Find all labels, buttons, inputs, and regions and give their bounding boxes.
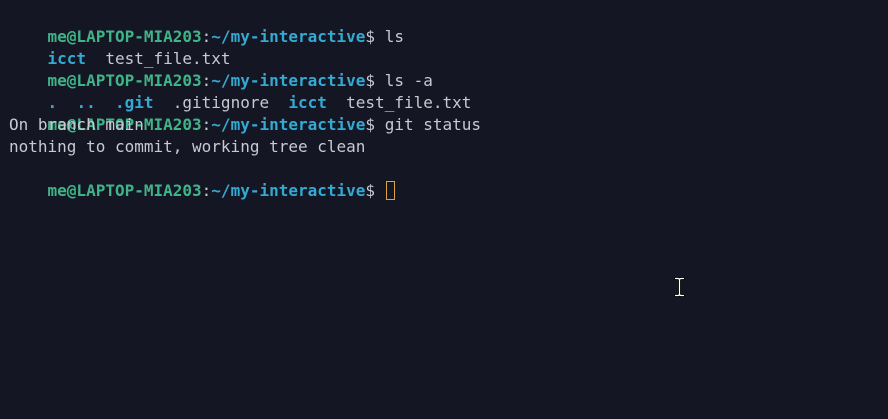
prompt-colon: : <box>201 27 212 46</box>
text-cursor-ibeam-icon <box>674 277 685 297</box>
dir-entry: .git <box>114 93 154 112</box>
prompt-colon: : <box>201 181 212 200</box>
prompt-dollar: $ <box>365 115 376 134</box>
active-prompt-line[interactable]: me@LAPTOP-MIA203:~/my-interactive$ <box>9 158 888 200</box>
prompt-line: me@LAPTOP-MIA203:~/my-interactive$ ls <box>9 4 888 46</box>
prompt-path: ~/my-interactive <box>211 27 366 46</box>
file-entry: test_file.txt <box>346 93 472 112</box>
output-line: nothing to commit, working tree clean <box>9 137 366 156</box>
prompt-user-host: me@LAPTOP-MIA203 <box>47 71 202 90</box>
prompt-dollar: $ <box>365 71 376 90</box>
prompt-path: ~/my-interactive <box>211 115 366 134</box>
command-text: ls <box>384 27 404 46</box>
dir-entry: icct <box>288 93 327 112</box>
prompt-path: ~/my-interactive <box>211 181 366 200</box>
file-entry: test_file.txt <box>105 49 231 68</box>
prompt-colon: : <box>201 71 212 90</box>
prompt-path: ~/my-interactive <box>211 71 366 90</box>
command-text: git status <box>384 115 482 134</box>
dir-entry: .. <box>76 93 96 112</box>
prompt-dollar: $ <box>365 181 376 200</box>
terminal-window[interactable]: me@LAPTOP-MIA203:~/my-interactive$ ls ic… <box>0 0 888 419</box>
prompt-dollar: $ <box>365 27 376 46</box>
terminal-cursor[interactable] <box>385 181 395 200</box>
file-entry: .gitignore <box>172 93 270 112</box>
prompt-user-host: me@LAPTOP-MIA203 <box>47 181 202 200</box>
command-text: ls -a <box>384 71 433 90</box>
prompt-user-host: me@LAPTOP-MIA203 <box>47 27 202 46</box>
dir-entry: . <box>47 93 58 112</box>
prompt-colon: : <box>201 115 212 134</box>
dir-entry: icct <box>47 49 87 68</box>
